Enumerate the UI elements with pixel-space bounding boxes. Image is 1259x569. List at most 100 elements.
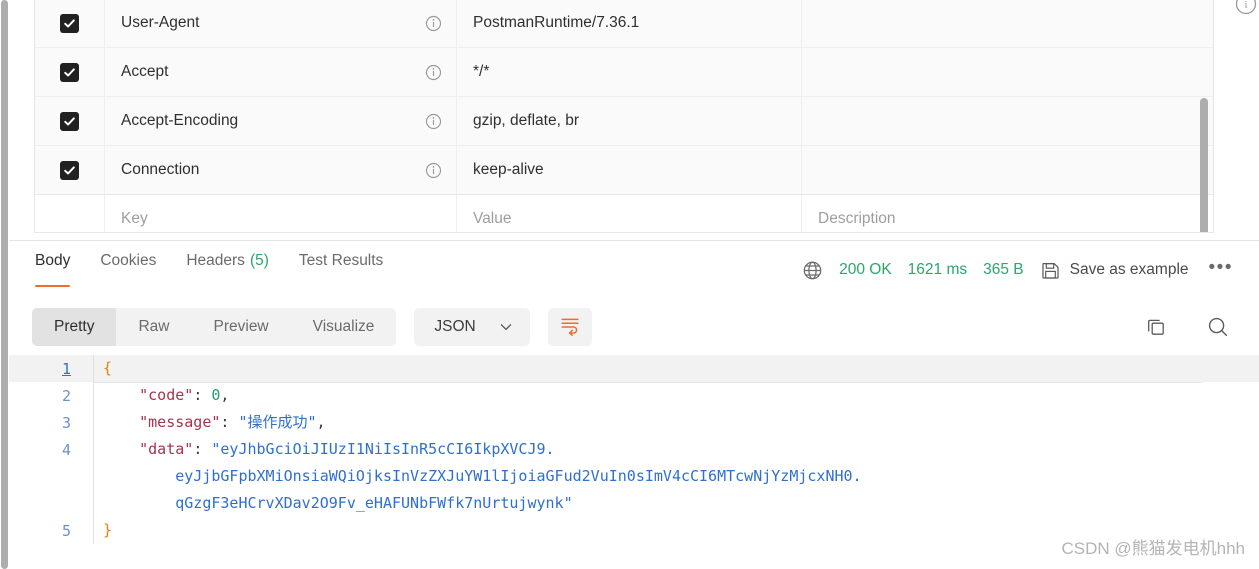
header-value-text: gzip, deflate, br <box>473 112 579 129</box>
response-view-segmented-control: Pretty Raw Preview Visualize <box>32 308 397 346</box>
tab-label: Body <box>35 251 71 269</box>
header-key-cell[interactable]: Accept-Encoding <box>105 97 457 145</box>
header-enabled-checkbox[interactable] <box>35 0 105 47</box>
code-line: 2 "code": 0, <box>9 382 1259 409</box>
line-number: 1 <box>61 359 71 378</box>
tab-label: Test Results <box>298 251 384 269</box>
code-line-text[interactable]: { <box>93 355 1259 382</box>
header-key-text: Connection <box>121 161 200 178</box>
line-number: 2 <box>61 386 71 405</box>
request-headers-table: User-Agent PostmanRuntime/7.36.1 Accept */*… <box>34 0 1214 233</box>
code-line-text[interactable]: } <box>93 517 1259 544</box>
header-key-text: Accept-Encoding <box>121 112 239 129</box>
save-as-example-button[interactable]: Save as example <box>1070 261 1189 279</box>
header-value-cell[interactable]: */* <box>457 48 802 96</box>
code-token-punc: , <box>316 413 326 431</box>
response-size[interactable]: 365 B <box>983 261 1024 279</box>
header-key-cell[interactable]: Connection <box>105 146 457 194</box>
header-description-cell[interactable] <box>802 0 1213 47</box>
response-format-toolbar: Pretty Raw Preview Visualize JSON <box>9 299 1259 355</box>
table-row: Connection keep-alive <box>35 146 1213 195</box>
response-body-editor[interactable]: 1{2 "code": 0, 3 "message": "操作成功", 4 "dat… <box>9 355 1259 569</box>
header-value-cell[interactable]: PostmanRuntime/7.36.1 <box>457 0 802 47</box>
response-time[interactable]: 1621 ms <box>908 261 967 279</box>
window-scrollbar-thumb[interactable] <box>1 0 8 569</box>
globe-icon[interactable] <box>802 260 823 281</box>
floppy-disk-icon[interactable] <box>1040 260 1061 281</box>
headers-table-scrollbar-thumb[interactable] <box>1200 98 1208 232</box>
info-icon[interactable] <box>425 64 442 81</box>
more-options-button[interactable]: ••• <box>1209 258 1233 282</box>
header-value-text: keep-alive <box>473 161 544 178</box>
search-icon[interactable] <box>1206 315 1230 339</box>
tab-count-badge: (5) <box>249 251 269 269</box>
tab-body[interactable]: Body <box>22 241 85 299</box>
code-token-str: "eyJhbGciOiJIUzI1NiIsInR5cCI6IkpXVCJ9. <box>211 440 555 458</box>
new-header-value-input[interactable]: Value <box>457 195 802 232</box>
header-value-cell[interactable]: keep-alive <box>457 146 802 194</box>
new-header-description-input[interactable]: Description <box>802 195 1213 232</box>
table-row: Accept */* <box>35 48 1213 97</box>
line-number: 3 <box>61 413 71 432</box>
header-description-cell[interactable] <box>802 97 1213 145</box>
tab-headers[interactable]: Headers (5) <box>171 241 284 299</box>
header-enabled-checkbox-empty[interactable] <box>35 195 105 232</box>
code-token-punc <box>103 440 139 458</box>
window-scrollbar-track[interactable] <box>0 0 9 569</box>
code-line-text[interactable]: "message": "操作成功", <box>93 409 1259 436</box>
header-enabled-checkbox[interactable] <box>35 48 105 96</box>
view-preview[interactable]: Preview <box>192 308 291 346</box>
header-enabled-checkbox[interactable] <box>35 97 105 145</box>
response-tabs: Body Cookies Headers (5) Test Results <box>22 241 398 299</box>
code-line-text[interactable]: qGzgF3eHCrvXDav2O9Fv_eHAFUNbFWfk7nUrtujw… <box>93 490 1259 517</box>
copy-icon[interactable] <box>1144 315 1168 339</box>
checkmark-icon <box>60 160 79 180</box>
response-toolbar-actions <box>1144 315 1243 339</box>
info-icon[interactable] <box>425 162 442 179</box>
code-line: 3 "message": "操作成功", <box>9 409 1259 436</box>
code-token-punc: : <box>220 413 239 431</box>
response-section: Body Cookies Headers (5) Test Results 200 OK… <box>9 240 1259 569</box>
code-token-key: "data" <box>139 440 194 458</box>
table-row: User-Agent PostmanRuntime/7.36.1 <box>35 0 1213 48</box>
code-token-str: "操作成功" <box>238 413 317 431</box>
response-language-label: JSON <box>434 318 476 335</box>
response-status[interactable]: 200 OK <box>839 261 892 279</box>
view-pretty[interactable]: Pretty <box>32 308 117 346</box>
header-description-cell[interactable] <box>802 48 1213 96</box>
tab-test-results[interactable]: Test Results <box>284 241 398 299</box>
code-line: eyJjbGFpbXMiOnsiaWQiOjksInVzZXJuYW1lIjoi… <box>9 463 1259 490</box>
code-token-punc: : <box>193 440 212 458</box>
header-description-cell[interactable] <box>802 146 1213 194</box>
header-key-cell[interactable]: Accept <box>105 48 457 96</box>
code-token-str: eyJjbGFpbXMiOnsiaWQiOjksInVzZXJuYW1lIjoi… <box>103 467 862 485</box>
response-language-select[interactable]: JSON <box>414 308 530 346</box>
view-raw[interactable]: Raw <box>116 308 191 346</box>
view-visualize[interactable]: Visualize <box>291 308 397 346</box>
checkmark-icon <box>60 62 79 82</box>
response-tabbar: Body Cookies Headers (5) Test Results 200 OK… <box>9 241 1259 299</box>
word-wrap-toggle-button[interactable] <box>547 308 592 346</box>
code-line: 4 "data": "eyJhbGciOiJIUzI1NiIsInR5cCI6I… <box>9 436 1259 463</box>
code-line: qGzgF3eHCrvXDav2O9Fv_eHAFUNbFWfk7nUrtujw… <box>9 490 1259 517</box>
code-line-text[interactable]: "data": "eyJhbGciOiJIUzI1NiIsInR5cCI6Ikp… <box>93 436 1259 463</box>
table-placeholder-row: Key Value Description <box>35 195 1213 232</box>
info-icon[interactable]: i <box>1233 0 1259 27</box>
header-enabled-checkbox[interactable] <box>35 146 105 194</box>
info-icon[interactable] <box>425 113 442 130</box>
code-line-text[interactable]: "code": 0, <box>93 382 1259 409</box>
header-key-cell[interactable]: User-Agent <box>105 0 457 47</box>
new-header-key-input[interactable]: Key <box>105 195 457 232</box>
code-token-punc: : <box>193 386 212 404</box>
code-token-str: qGzgF3eHCrvXDav2O9Fv_eHAFUNbFWfk7nUrtujw… <box>103 494 573 512</box>
header-value-cell[interactable]: gzip, deflate, br <box>457 97 802 145</box>
headers-table-scrollbar-track[interactable] <box>1197 0 1211 232</box>
code-token-brace: } <box>103 521 113 539</box>
line-number: 4 <box>61 440 71 459</box>
tab-cookies[interactable]: Cookies <box>85 241 171 299</box>
word-wrap-icon <box>559 314 581 341</box>
header-key-text: Accept <box>121 63 169 80</box>
info-icon[interactable] <box>425 15 442 32</box>
postman-response-view: User-Agent PostmanRuntime/7.36.1 Accept */*… <box>0 0 1259 569</box>
code-line-text[interactable]: eyJjbGFpbXMiOnsiaWQiOjksInVzZXJuYW1lIjoi… <box>93 463 1259 490</box>
